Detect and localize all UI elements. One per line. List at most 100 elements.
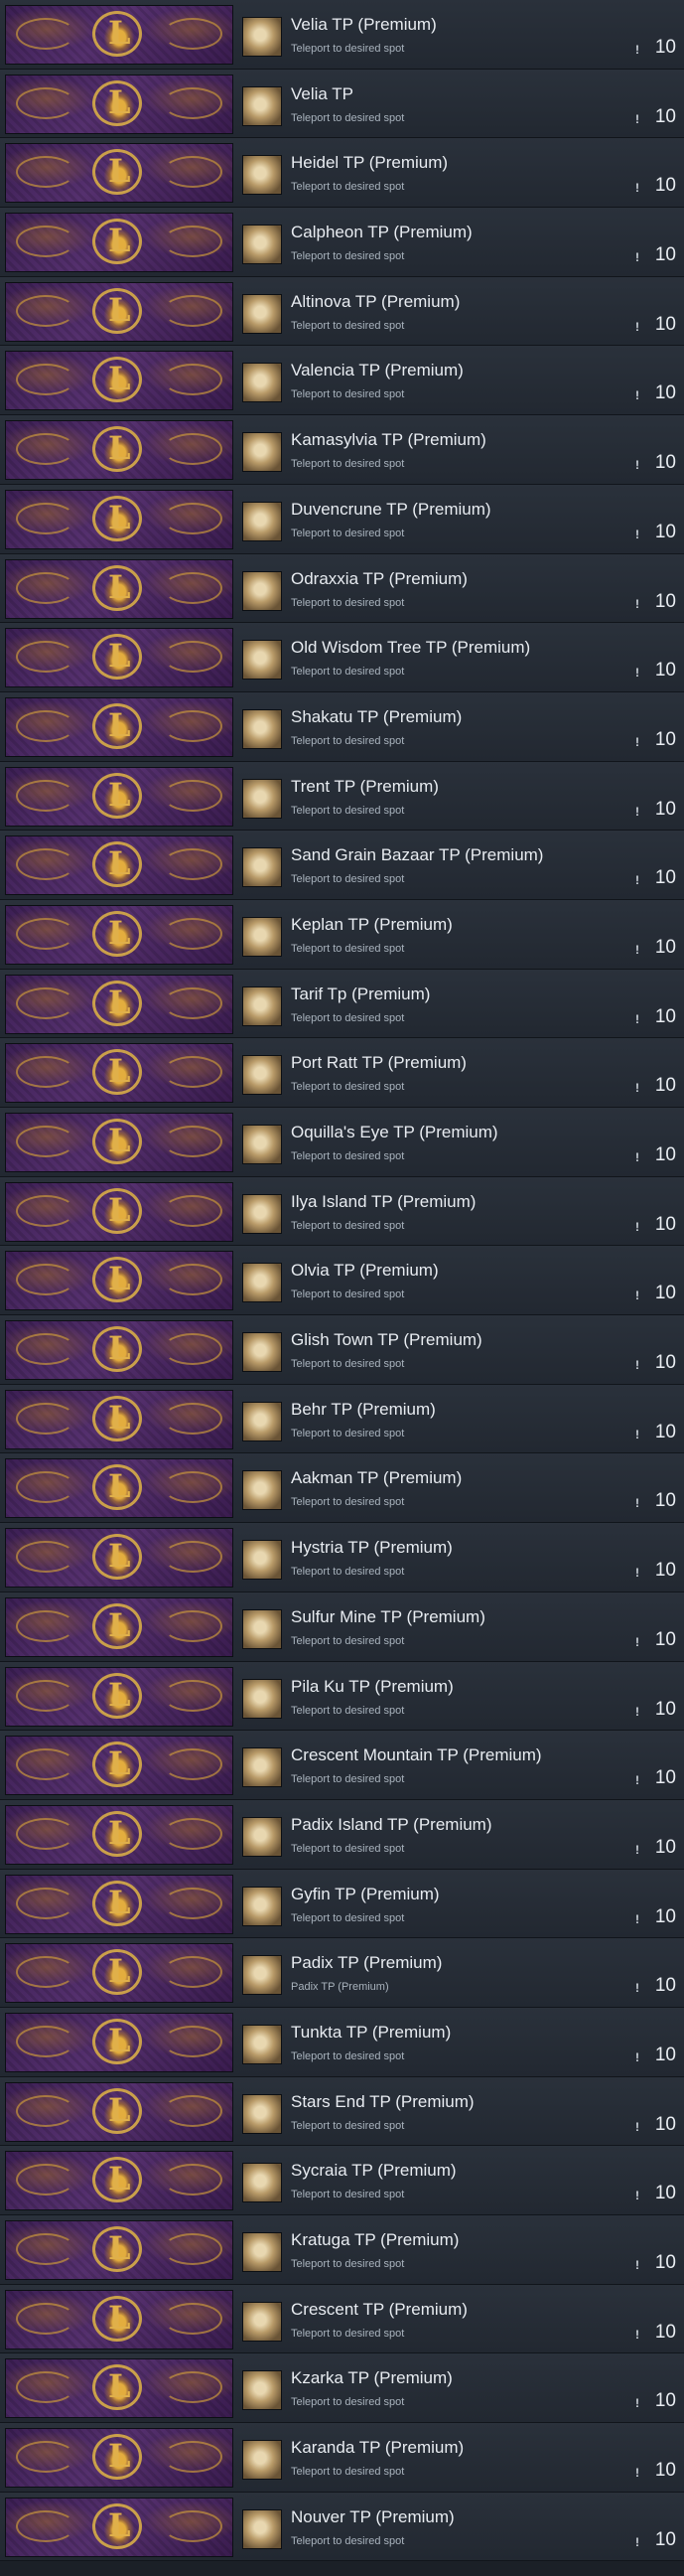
teleport-scroll-icon[interactable] bbox=[242, 1401, 282, 1441]
list-item[interactable]: Gyfin TP (Premium) Teleport to desired s… bbox=[0, 1869, 684, 1939]
teleport-scroll-icon[interactable] bbox=[242, 85, 282, 126]
guild-crest-banner bbox=[5, 1320, 233, 1381]
teleport-scroll-icon[interactable] bbox=[242, 432, 282, 473]
teleport-scroll-icon[interactable] bbox=[242, 570, 282, 611]
teleport-scroll-icon[interactable] bbox=[242, 1263, 282, 1303]
stack-count-icon: ! bbox=[635, 1081, 639, 1096]
list-item[interactable]: Karanda TP (Premium) Teleport to desired… bbox=[0, 2423, 684, 2493]
list-item[interactable]: Tunkta TP (Premium) Teleport to desired … bbox=[0, 2007, 684, 2077]
item-description: Teleport to desired spot bbox=[291, 2327, 405, 2340]
list-item[interactable]: Ilya Island TP (Premium) Teleport to des… bbox=[0, 1176, 684, 1247]
teleport-scroll-icon[interactable] bbox=[242, 1955, 282, 1996]
item-description: Teleport to desired spot bbox=[291, 2258, 405, 2270]
list-item[interactable]: Crescent TP (Premium) Teleport to desire… bbox=[0, 2284, 684, 2354]
teleport-scroll-icon[interactable] bbox=[242, 1125, 282, 1164]
banner-ornament-left bbox=[16, 1887, 75, 1919]
teleport-scroll-icon[interactable] bbox=[242, 1608, 282, 1649]
list-item[interactable]: Sand Grain Bazaar TP (Premium) Teleport … bbox=[0, 831, 684, 900]
list-item[interactable]: Sycraia TP (Premium) Teleport to desired… bbox=[0, 2146, 684, 2215]
teleport-scroll-icon[interactable] bbox=[242, 1747, 282, 1788]
item-quantity: 10 bbox=[654, 37, 676, 58]
item-description: Teleport to desired spot bbox=[291, 1496, 405, 1509]
teleport-scroll-icon[interactable] bbox=[242, 225, 282, 265]
teleport-scroll-icon[interactable] bbox=[242, 640, 282, 681]
teleport-scroll-icon[interactable] bbox=[242, 2093, 282, 2134]
guild-crest-banner bbox=[5, 2151, 233, 2211]
list-item[interactable]: Kamasylvia TP (Premium) Teleport to desi… bbox=[0, 415, 684, 485]
list-item[interactable]: Stars End TP (Premium) Teleport to desir… bbox=[0, 2076, 684, 2147]
teleport-scroll-icon[interactable] bbox=[242, 778, 282, 819]
stack-count-icon: ! bbox=[635, 2119, 639, 2134]
teleport-scroll-icon[interactable] bbox=[242, 1886, 282, 1926]
banner-ornament-right bbox=[163, 917, 222, 950]
teleport-scroll-icon[interactable] bbox=[242, 363, 282, 403]
list-item[interactable]: Glish Town TP (Premium) Teleport to desi… bbox=[0, 1315, 684, 1385]
item-description: Teleport to desired spot bbox=[291, 942, 405, 955]
list-item[interactable]: Nouver TP (Premium) Teleport to desired … bbox=[0, 2492, 684, 2562]
list-item[interactable]: Heidel TP (Premium) Teleport to desired … bbox=[0, 138, 684, 209]
list-item[interactable]: Oquilla's Eye TP (Premium) Teleport to d… bbox=[0, 1108, 684, 1177]
list-item[interactable]: Kzarka TP (Premium) Teleport to desired … bbox=[0, 2353, 684, 2424]
list-item[interactable]: Calpheon TP (Premium) Teleport to desire… bbox=[0, 208, 684, 277]
teleport-scroll-icon[interactable] bbox=[242, 155, 282, 196]
banner-ornament-right bbox=[163, 1887, 222, 1919]
teleport-scroll-icon[interactable] bbox=[242, 1678, 282, 1719]
teleport-scroll-icon[interactable] bbox=[242, 1470, 282, 1511]
banner-ornament-right bbox=[163, 2164, 222, 2197]
list-item[interactable]: Port Ratt TP (Premium) Teleport to desir… bbox=[0, 1038, 684, 1108]
list-item[interactable]: Velia TP (Premium) Teleport to desired s… bbox=[0, 0, 684, 70]
list-item[interactable]: Olvia TP (Premium) Teleport to desired s… bbox=[0, 1246, 684, 1316]
banner-ornament-left bbox=[16, 2025, 75, 2057]
teleport-scroll-icon[interactable] bbox=[242, 2508, 282, 2549]
list-item[interactable]: Kratuga TP (Premium) Teleport to desired… bbox=[0, 2215, 684, 2285]
stack-count-icon: ! bbox=[635, 804, 639, 819]
banner-ornament-left bbox=[16, 709, 75, 742]
item-quantity: 10 bbox=[654, 1144, 676, 1165]
banner-ornament-left bbox=[16, 1126, 75, 1157]
teleport-scroll-icon[interactable] bbox=[242, 985, 282, 1026]
list-item[interactable]: Altinova TP (Premium) Teleport to desire… bbox=[0, 276, 684, 347]
list-item[interactable]: Hystria TP (Premium) Teleport to desired… bbox=[0, 1523, 684, 1592]
teleport-scroll-icon[interactable] bbox=[242, 1540, 282, 1581]
list-item[interactable]: Velia TP Teleport to desired spot ! 10 bbox=[0, 69, 684, 139]
teleport-scroll-icon[interactable] bbox=[242, 17, 282, 57]
teleport-scroll-icon[interactable] bbox=[242, 916, 282, 957]
banner-ornament-right bbox=[163, 1402, 222, 1435]
list-item[interactable]: Old Wisdom Tree TP (Premium) Teleport to… bbox=[0, 623, 684, 692]
teleport-scroll-icon[interactable] bbox=[242, 1055, 282, 1096]
teleport-scroll-icon[interactable] bbox=[242, 1332, 282, 1373]
list-item[interactable]: Crescent Mountain TP (Premium) Teleport … bbox=[0, 1731, 684, 1800]
banner-ornament-right bbox=[163, 2509, 222, 2542]
teleport-scroll-icon[interactable] bbox=[242, 2301, 282, 2342]
list-item[interactable]: Duvencrune TP (Premium) Teleport to desi… bbox=[0, 484, 684, 554]
banner-ornament-left bbox=[16, 1264, 75, 1296]
list-item[interactable]: Aakman TP (Premium) Teleport to desired … bbox=[0, 1453, 684, 1524]
list-item[interactable]: Pila Ku TP (Premium) Teleport to desired… bbox=[0, 1661, 684, 1732]
list-item[interactable]: Sulfur Mine TP (Premium) Teleport to des… bbox=[0, 1591, 684, 1662]
teleport-scroll-icon[interactable] bbox=[242, 2370, 282, 2411]
teleport-scroll-icon[interactable] bbox=[242, 708, 282, 749]
teleport-scroll-icon[interactable] bbox=[242, 1816, 282, 1857]
list-item[interactable]: Padix Island TP (Premium) Teleport to de… bbox=[0, 1799, 684, 1870]
list-item[interactable]: Keplan TP (Premium) Teleport to desired … bbox=[0, 899, 684, 970]
teleport-scroll-icon[interactable] bbox=[242, 2232, 282, 2272]
item-quantity: 10 bbox=[654, 1075, 676, 1097]
list-item[interactable]: Padix TP (Premium) Padix TP (Premium) ! … bbox=[0, 1938, 684, 2008]
list-item[interactable]: Valencia TP (Premium) Teleport to desire… bbox=[0, 346, 684, 416]
teleport-scroll-icon[interactable] bbox=[242, 293, 282, 334]
teleport-scroll-icon[interactable] bbox=[242, 847, 282, 888]
teleport-scroll-icon[interactable] bbox=[242, 1193, 282, 1234]
item-quantity: 10 bbox=[654, 1767, 676, 1789]
list-item[interactable]: Odraxxia TP (Premium) Teleport to desire… bbox=[0, 553, 684, 624]
teleport-scroll-icon[interactable] bbox=[242, 501, 282, 541]
list-item[interactable]: Behr TP (Premium) Teleport to desired sp… bbox=[0, 1384, 684, 1454]
item-quantity: 10 bbox=[654, 1560, 676, 1582]
item-description: Teleport to desired spot bbox=[291, 250, 405, 263]
list-item[interactable]: Trent TP (Premium) Teleport to desired s… bbox=[0, 761, 684, 832]
teleport-scroll-icon[interactable] bbox=[242, 2024, 282, 2064]
list-item[interactable]: Shakatu TP (Premium) Teleport to desired… bbox=[0, 691, 684, 762]
list-item[interactable]: Tarif Tp (Premium) Teleport to desired s… bbox=[0, 969, 684, 1039]
stack-count-icon: ! bbox=[635, 2396, 639, 2411]
teleport-scroll-icon[interactable] bbox=[242, 2440, 282, 2481]
teleport-scroll-icon[interactable] bbox=[242, 2163, 282, 2203]
